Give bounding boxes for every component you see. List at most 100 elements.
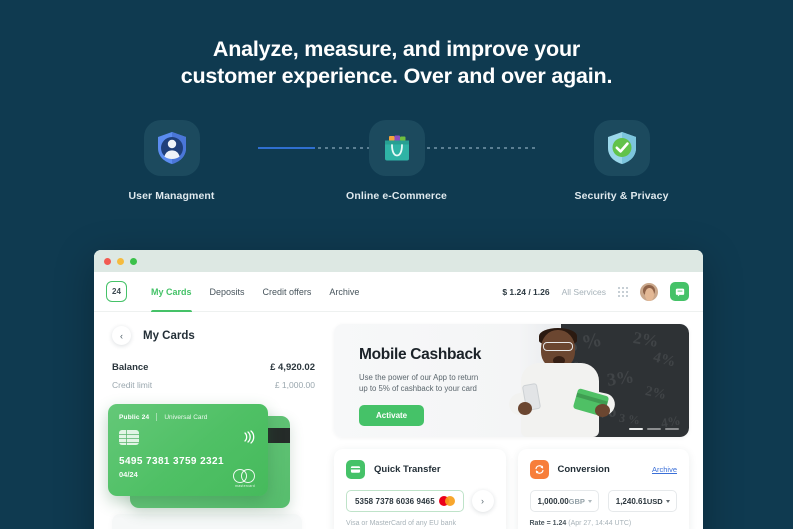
conversion-rate-timestamp: (Apr 27, 14:44 UTC)	[568, 520, 632, 527]
all-services-link[interactable]: All Services	[562, 287, 606, 297]
conversion-title: Conversion	[557, 464, 610, 475]
window-close-button[interactable]	[104, 257, 111, 265]
page-root: Analyze, measure, and improve your custo…	[0, 0, 793, 529]
conversion-archive-link[interactable]: Archive	[652, 465, 677, 474]
quick-transfer-card: Quick Transfer 5358 7378 6036 9465 › Vis…	[334, 449, 506, 529]
feature-label: Online e-Commerce	[346, 190, 447, 202]
features-section: User Managment Online e-Commerce Securit…	[0, 120, 793, 212]
credit-limit-value: £ 1,000.00	[274, 380, 315, 390]
shopping-bag-icon	[368, 120, 425, 176]
transfer-submit-button[interactable]: ›	[471, 490, 494, 512]
feature-security-privacy[interactable]: Security & Privacy	[562, 120, 682, 202]
card-brand-divider	[156, 413, 158, 421]
conversion-to-currency-label: USD	[646, 496, 663, 506]
conversion-rate-note: Rate = 1.24 (Apr 27, 14:44 UTC)	[530, 520, 678, 527]
shield-check-icon	[593, 120, 650, 176]
activate-button[interactable]: Activate	[359, 405, 425, 426]
transfer-card-input[interactable]: 5358 7378 6036 9465	[346, 490, 464, 512]
app-body: ‹ My Cards Balance £ 4,920.02 Credit lim…	[94, 312, 703, 529]
transfer-card-value: 5358 7378 6036 9465	[355, 496, 435, 506]
mastercard-logo-icon: mastercard	[233, 469, 257, 488]
slider-dot-active[interactable]	[629, 428, 643, 430]
panel-header: ‹ My Cards	[108, 324, 320, 345]
conversion-card: Conversion Archive 1,000.00 GBP 1,240.61…	[517, 449, 689, 529]
conversion-to-amount: 1,240.61	[615, 496, 647, 506]
contactless-icon	[243, 430, 256, 449]
card-type: Universal Card	[164, 413, 208, 421]
mobile-cashback-banner[interactable]: Mobile Cashback Use the power of our App…	[334, 324, 689, 437]
nav-tabs: My Cards Deposits Credit offers Archive	[151, 272, 359, 312]
page-title: Analyze, measure, and improve your custo…	[0, 36, 793, 90]
connector-line-solid	[258, 147, 315, 149]
quick-transfer-hint: Visa or MasterCard of any EU bank	[346, 520, 456, 527]
chevron-down-icon	[587, 499, 592, 503]
quick-transfer-title: Quick Transfer	[374, 464, 441, 475]
conversion-from-amount: 1,000.00	[537, 496, 569, 506]
credit-limit-row: Credit limit £ 1,000.00	[108, 380, 320, 390]
conversion-fields-row: 1,000.00 GBP 1,240.61 USD	[529, 490, 677, 512]
banner-subtitle-line-2: up to 5% of cashback to your card	[359, 384, 477, 393]
app-navbar: 24 My Cards Deposits Credit offers Archi…	[94, 272, 703, 312]
hero-line-1: Analyze, measure, and improve your	[212, 37, 581, 61]
card-number: 5495 7381 3759 2321	[119, 456, 224, 467]
tab-archive[interactable]: Archive	[329, 272, 359, 312]
chalk-mark: 2%	[643, 383, 668, 404]
balance-label: Balance	[112, 362, 149, 373]
conversion-to-field[interactable]: 1,240.61 USD	[607, 490, 677, 512]
quick-transfer-header: Quick Transfer	[346, 460, 494, 479]
user-shield-icon	[143, 120, 200, 176]
window-titlebar	[94, 250, 703, 272]
card-chip-icon	[119, 430, 139, 445]
quick-transfer-input-row: 5358 7378 6036 9465 ›	[346, 490, 494, 512]
banner-title: Mobile Cashback	[359, 346, 482, 363]
conversion-icon	[529, 460, 549, 479]
conversion-rate-value: Rate = 1.24	[529, 520, 567, 527]
chalk-mark: 2%	[631, 327, 661, 352]
conversion-from-currency-select[interactable]: GBP	[569, 497, 592, 506]
window-maximize-button[interactable]	[130, 257, 137, 265]
chalk-mark: 4%	[651, 349, 678, 371]
chat-button[interactable]	[670, 282, 689, 301]
conversion-to-currency-select[interactable]: USD	[647, 497, 670, 506]
bottom-cards-row: Quick Transfer 5358 7378 6036 9465 › Vis…	[334, 449, 689, 529]
tab-deposits[interactable]: Deposits	[210, 272, 245, 312]
banner-text-block: Mobile Cashback Use the power of our App…	[359, 346, 579, 426]
card-stack[interactable]: Public 24 Universal Card 5495 7381 3759 …	[108, 404, 320, 508]
conversion-header: Conversion Archive	[529, 460, 677, 479]
content-panel: Mobile Cashback Use the power of our App…	[334, 324, 689, 529]
feature-label: User Managment	[128, 190, 215, 202]
currency-rate-indicator: $ 1.24 / 1.26	[502, 286, 550, 297]
avatar[interactable]	[640, 282, 658, 301]
tab-my-cards[interactable]: My Cards	[151, 272, 192, 312]
hero-section: Analyze, measure, and improve your custo…	[0, 0, 793, 90]
back-chevron-icon[interactable]: ‹	[112, 326, 131, 345]
window-minimize-button[interactable]	[117, 257, 124, 265]
banner-subtitle: Use the power of our App to return up to…	[359, 372, 579, 394]
app-window: 24 My Cards Deposits Credit offers Archi…	[94, 250, 703, 529]
tab-credit-offers[interactable]: Credit offers	[263, 272, 312, 312]
balance-row: Balance £ 4,920.02	[108, 362, 320, 373]
chevron-down-icon	[665, 499, 670, 503]
slider-dot[interactable]	[647, 428, 661, 430]
mastercard-wordmark: mastercard	[235, 484, 255, 488]
panel-title: My Cards	[143, 329, 195, 342]
app-logo[interactable]: 24	[106, 281, 127, 302]
feature-online-ecommerce[interactable]: Online e-Commerce	[337, 120, 457, 202]
slider-dot[interactable]	[665, 428, 679, 430]
card-brand-row: Public 24 Universal Card	[119, 413, 257, 421]
banner-subtitle-line-1: Use the power of our App to return	[359, 373, 479, 382]
credit-limit-label: Credit limit	[112, 380, 153, 390]
apps-grid-icon[interactable]	[618, 286, 628, 297]
conversion-from-currency-label: GBP	[568, 496, 585, 506]
nav-right-group: $ 1.24 / 1.26 All Services	[502, 282, 689, 301]
balance-value: £ 4,920.02	[270, 362, 315, 373]
card-bank-name: Public 24	[119, 413, 150, 421]
transfer-icon	[346, 460, 365, 479]
mastercard-icon	[438, 496, 455, 506]
my-cards-panel: ‹ My Cards Balance £ 4,920.02 Credit lim…	[108, 324, 320, 529]
banner-slider-dots[interactable]	[629, 428, 679, 430]
next-card-preview[interactable]	[112, 514, 302, 529]
conversion-from-field[interactable]: 1,000.00 GBP	[529, 490, 599, 512]
bank-card[interactable]: Public 24 Universal Card 5495 7381 3759 …	[108, 404, 268, 496]
feature-user-management[interactable]: User Managment	[112, 120, 232, 202]
